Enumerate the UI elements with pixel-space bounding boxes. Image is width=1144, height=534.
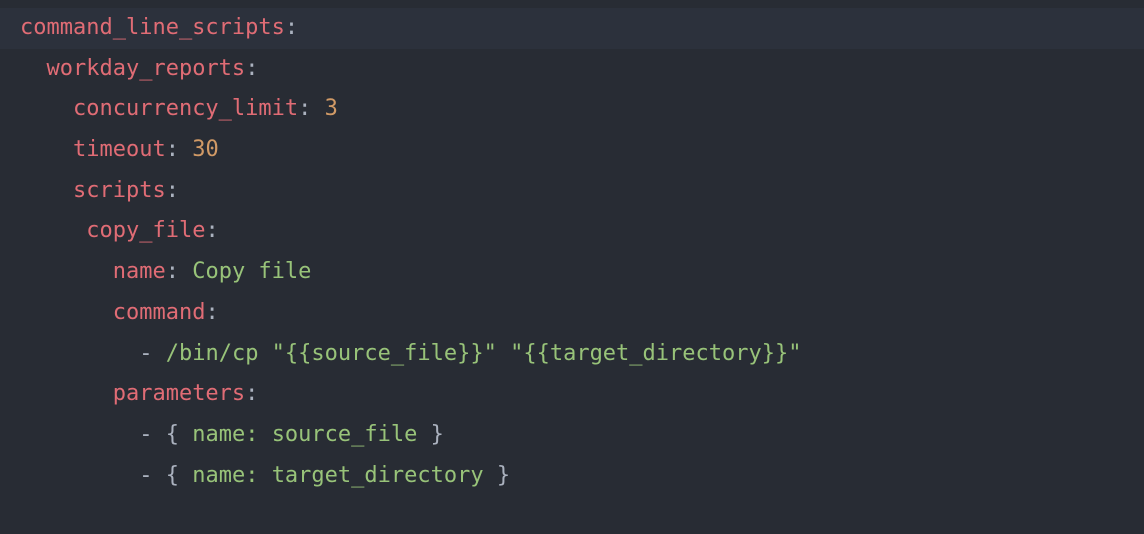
code-line: timeout: 30: [0, 130, 1144, 171]
code-token-key: scripts: [73, 178, 166, 203]
code-token-key: workday_reports: [47, 56, 246, 81]
code-token-colon: :: [166, 137, 193, 162]
code-token-colon: :: [245, 381, 258, 406]
code-token-key: command_line_scripts: [20, 15, 285, 40]
code-token-colon: :: [205, 300, 218, 325]
code-line: parameters:: [0, 374, 1144, 415]
code-token-key: concurrency_limit: [73, 96, 298, 121]
code-token-brace: {: [166, 422, 193, 447]
code-token-colon: :: [166, 259, 193, 284]
code-token-colon: :: [166, 178, 179, 203]
code-token-dash: -: [139, 463, 166, 488]
code-line: scripts:: [0, 171, 1144, 212]
code-line: copy_file:: [0, 211, 1144, 252]
code-token-colon: :: [285, 15, 298, 40]
code-line: command:: [0, 293, 1144, 334]
code-editor[interactable]: command_line_scripts: workday_reports: c…: [0, 8, 1144, 496]
code-line: workday_reports:: [0, 49, 1144, 90]
code-token-dash: -: [139, 341, 166, 366]
code-token-brace: {: [166, 463, 193, 488]
code-token-key: name: [113, 259, 166, 284]
code-token-key: command: [113, 300, 206, 325]
code-token-number: 30: [192, 137, 219, 162]
code-token-dash: -: [139, 422, 166, 447]
code-line: - /bin/cp "{{source_file}}" "{{target_di…: [0, 334, 1144, 375]
code-line: - { name: target_directory }: [0, 456, 1144, 497]
code-token-key: timeout: [73, 137, 166, 162]
code-line: command_line_scripts:: [0, 8, 1144, 49]
code-token-string: Copy file: [192, 259, 311, 284]
code-token-key: copy_file: [86, 218, 205, 243]
code-token-string: /bin/cp "{{source_file}}" "{{target_dire…: [166, 341, 802, 366]
code-line: - { name: source_file }: [0, 415, 1144, 456]
code-token-colon: :: [205, 218, 218, 243]
code-token-string: name: target_directory: [192, 463, 483, 488]
code-line: name: Copy file: [0, 252, 1144, 293]
code-token-number: 3: [325, 96, 338, 121]
code-token-key: parameters: [113, 381, 245, 406]
code-token-colon: :: [298, 96, 325, 121]
code-token-colon: :: [245, 56, 258, 81]
code-token-brace: }: [417, 422, 444, 447]
code-line: concurrency_limit: 3: [0, 89, 1144, 130]
code-token-string: name: source_file: [192, 422, 417, 447]
code-token-brace: }: [484, 463, 511, 488]
